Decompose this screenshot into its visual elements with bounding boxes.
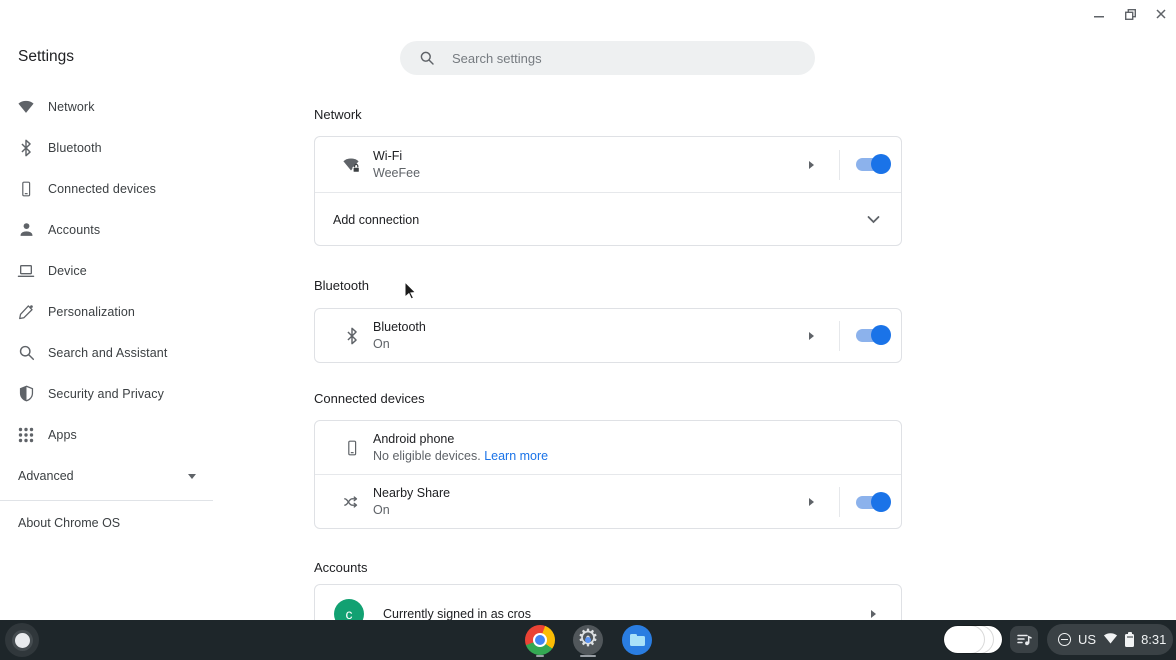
search-settings-bar[interactable] xyxy=(400,41,815,75)
bluetooth-toggle[interactable] xyxy=(856,329,889,342)
minimize-icon[interactable] xyxy=(1090,4,1108,24)
nearby-share-toggle[interactable] xyxy=(856,496,889,509)
wifi-row[interactable]: Wi-Fi WeeFee xyxy=(315,137,901,193)
bluetooth-state: On xyxy=(373,336,426,353)
window-controls xyxy=(1090,4,1170,24)
network-section-header: Network xyxy=(314,107,362,122)
folder-icon xyxy=(622,625,652,655)
row-divider xyxy=(839,487,840,517)
gear-icon: ⚙ xyxy=(573,625,603,655)
person-icon xyxy=(17,221,35,239)
bluetooth-icon xyxy=(342,326,362,346)
sidebar-item-bluetooth[interactable]: Bluetooth xyxy=(0,127,240,168)
subpage-arrow-icon[interactable] xyxy=(871,610,876,618)
shelf: ⚙ US xyxy=(0,620,1176,660)
connected-devices-card: Android phone No eligible devices. Learn… xyxy=(314,420,902,529)
accounts-section-header: Accounts xyxy=(314,560,367,575)
notification-stack[interactable] xyxy=(944,626,1002,653)
row-divider xyxy=(839,321,840,351)
sidebar-nav: Network Bluetooth Connected devices Acco… xyxy=(0,86,240,455)
nearby-share-title: Nearby Share xyxy=(373,485,450,502)
apps-grid-icon xyxy=(17,426,35,444)
sidebar-advanced-expander[interactable]: Advanced xyxy=(0,456,211,496)
subpage-arrow-icon[interactable] xyxy=(809,498,814,506)
chevron-down-icon xyxy=(188,474,196,479)
settings-sidebar: Settings Network Bluetooth Connected dev… xyxy=(0,0,240,620)
bluetooth-section-header: Bluetooth xyxy=(314,278,369,293)
playlist-music-icon xyxy=(1016,632,1032,648)
phone-icon xyxy=(17,180,35,198)
expand-chevron-icon[interactable] xyxy=(867,211,880,229)
bluetooth-title: Bluetooth xyxy=(373,319,426,336)
network-card: Wi-Fi WeeFee Add connection xyxy=(314,136,902,246)
bluetooth-card: Bluetooth On xyxy=(314,308,902,363)
page-title: Settings xyxy=(18,48,74,66)
bluetooth-row[interactable]: Bluetooth On xyxy=(315,309,901,362)
pen-icon xyxy=(17,303,35,321)
nearby-share-icon xyxy=(342,492,362,512)
nearby-share-row[interactable]: Nearby Share On xyxy=(315,475,901,529)
wifi-title: Wi-Fi xyxy=(373,148,420,165)
mouse-cursor xyxy=(404,281,417,305)
wifi-lock-icon xyxy=(342,155,362,175)
sidebar-item-connected-devices[interactable]: Connected devices xyxy=(0,168,240,209)
nearby-share-state: On xyxy=(373,502,450,519)
media-controls-button[interactable] xyxy=(1010,626,1038,653)
sidebar-item-network[interactable]: Network xyxy=(0,86,240,127)
status-tray[interactable]: US 8:31 xyxy=(1047,624,1173,655)
bluetooth-icon xyxy=(17,139,35,157)
keyboard-layout-label: US xyxy=(1078,632,1096,647)
laptop-icon xyxy=(17,262,35,280)
launcher-button[interactable] xyxy=(5,623,39,657)
subpage-arrow-icon[interactable] xyxy=(809,332,814,340)
launcher-icon xyxy=(15,633,30,648)
settings-app-button[interactable]: ⚙ xyxy=(573,625,603,655)
settings-active-indicator xyxy=(580,655,596,657)
search-input[interactable] xyxy=(452,51,782,66)
chrome-running-indicator xyxy=(536,655,544,657)
android-phone-title: Android phone xyxy=(373,431,548,448)
battery-icon xyxy=(1125,632,1134,647)
search-icon xyxy=(419,50,435,66)
phone-icon xyxy=(342,438,362,458)
wifi-network-name: WeeFee xyxy=(373,165,420,182)
connected-devices-section-header: Connected devices xyxy=(314,391,425,406)
wifi-toggle[interactable] xyxy=(856,158,889,171)
do-not-disturb-icon xyxy=(1058,633,1071,646)
shield-icon xyxy=(17,385,35,403)
sidebar-item-device[interactable]: Device xyxy=(0,250,240,291)
restore-icon[interactable] xyxy=(1121,4,1139,24)
chrome-icon xyxy=(525,625,555,655)
sidebar-item-apps[interactable]: Apps xyxy=(0,414,240,455)
nearby-share-toggle-knob xyxy=(871,492,891,512)
notification-card xyxy=(944,626,984,653)
sidebar-item-about-chrome-os[interactable]: About Chrome OS xyxy=(18,513,120,533)
subpage-arrow-icon[interactable] xyxy=(809,161,814,169)
wifi-icon xyxy=(17,98,35,116)
sidebar-divider xyxy=(0,500,213,501)
sidebar-item-personalization[interactable]: Personalization xyxy=(0,291,240,332)
chrome-app-button[interactable] xyxy=(525,625,555,655)
android-phone-row[interactable]: Android phone No eligible devices. Learn… xyxy=(315,421,901,475)
wifi-toggle-knob xyxy=(871,154,891,174)
sidebar-item-search-assistant[interactable]: Search and Assistant xyxy=(0,332,240,373)
bluetooth-toggle-knob xyxy=(871,325,891,345)
files-app-button[interactable] xyxy=(622,625,652,655)
magnifier-icon xyxy=(17,344,35,362)
clock-label: 8:31 xyxy=(1141,632,1166,647)
learn-more-link[interactable]: Learn more xyxy=(484,449,548,463)
android-phone-status: No eligible devices. xyxy=(373,449,481,463)
row-divider xyxy=(839,150,840,180)
sidebar-item-accounts[interactable]: Accounts xyxy=(0,209,240,250)
wifi-status-icon xyxy=(1103,631,1118,649)
close-icon[interactable] xyxy=(1152,4,1170,24)
add-connection-row[interactable]: Add connection xyxy=(315,193,901,247)
sidebar-item-security-privacy[interactable]: Security and Privacy xyxy=(0,373,240,414)
